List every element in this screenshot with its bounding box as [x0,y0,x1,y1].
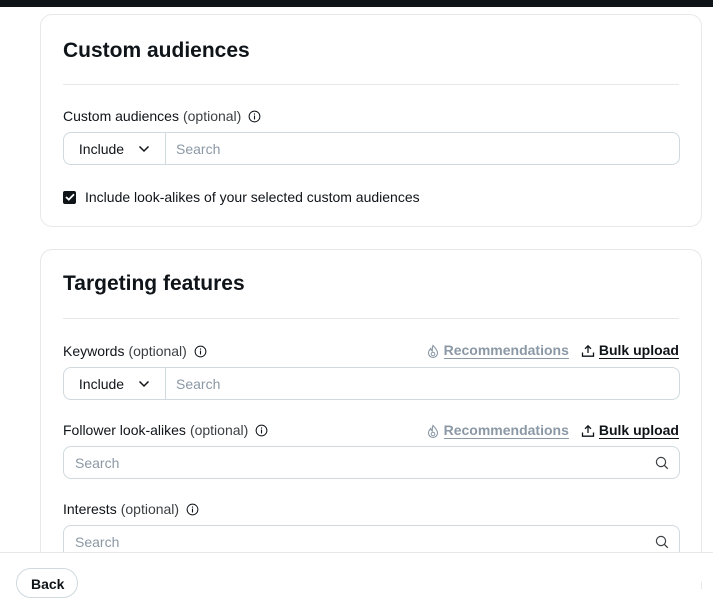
follower-bulk-upload-button[interactable]: Bulk upload [581,423,679,439]
divider [63,318,679,319]
lookalike-checkbox-label: Include look-alikes of your selected cus… [85,189,420,205]
follower-lookalikes-search-input[interactable]: Search [63,446,680,479]
field-label-text: Follower look-alikes [63,422,186,438]
info-icon[interactable] [186,503,199,516]
keywords-label: Keywords (optional) [63,343,207,359]
bulk-upload-label: Bulk upload [598,342,679,359]
include-select-value: Include [78,140,125,157]
keywords-combo: Include Search [63,367,680,400]
targeting-features-card: Targeting features Keywords (optional) R… [40,249,702,589]
search-icon [655,456,669,469]
checkmark-icon [64,193,75,201]
top-bar [0,0,713,7]
custom-audiences-combo: Include Search [63,132,680,165]
flame-icon [427,344,438,358]
include-select-value: Include [78,375,125,392]
search-placeholder: Search [75,454,120,471]
optional-text: (optional) [189,422,249,438]
keywords-recommendations-button[interactable]: Recommendations [426,343,569,359]
bulk-upload-label: Bulk upload [598,422,679,439]
keywords-actions: Recommendations Bulk upload [426,343,679,359]
search-placeholder: Search [75,533,120,550]
info-icon[interactable] [194,345,207,358]
info-icon[interactable] [255,424,268,437]
follower-recommendations-button[interactable]: Recommendations [426,423,569,439]
interests-label: Interests (optional) [63,501,199,517]
upload-icon [581,344,595,357]
back-button[interactable]: Back [16,568,78,598]
upload-icon [581,424,595,437]
optional-text: (optional) [120,501,180,517]
include-select[interactable]: Include [64,368,166,399]
footer-bar: Back [0,552,713,598]
search-placeholder: Search [176,375,221,392]
search-icon [655,535,669,548]
follower-lookalikes-label: Follower look-alikes (optional) [63,422,268,438]
targeting-features-title: Targeting features [63,272,245,295]
custom-audiences-card: Custom audiences Custom audiences (optio… [40,14,702,227]
info-icon[interactable] [248,110,261,123]
recommendations-label: Recommendations [443,342,569,359]
field-label-text: Interests [63,501,117,517]
divider [63,84,679,85]
optional-text: (optional) [182,108,242,124]
field-label-text: Keywords [63,343,125,359]
field-label-text: Custom audiences [63,108,179,124]
follower-lookalikes-actions: Recommendations Bulk upload [426,423,679,439]
flame-icon [427,424,438,438]
lookalike-checkbox[interactable] [63,190,76,204]
keywords-bulk-upload-button[interactable]: Bulk upload [581,343,679,359]
chevron-down-icon [139,145,150,152]
custom-audiences-title: Custom audiences [63,39,250,62]
optional-text: (optional) [128,343,187,359]
chevron-down-icon [139,380,150,387]
lookalike-checkbox-row[interactable]: Include look-alikes of your selected cus… [63,189,420,205]
search-placeholder: Search [176,140,221,157]
include-select[interactable]: Include [64,133,166,164]
custom-audiences-label: Custom audiences (optional) [63,108,261,124]
keywords-search-input[interactable]: Search [166,368,220,399]
custom-audiences-search-input[interactable]: Search [166,133,220,164]
recommendations-label: Recommendations [443,422,569,439]
